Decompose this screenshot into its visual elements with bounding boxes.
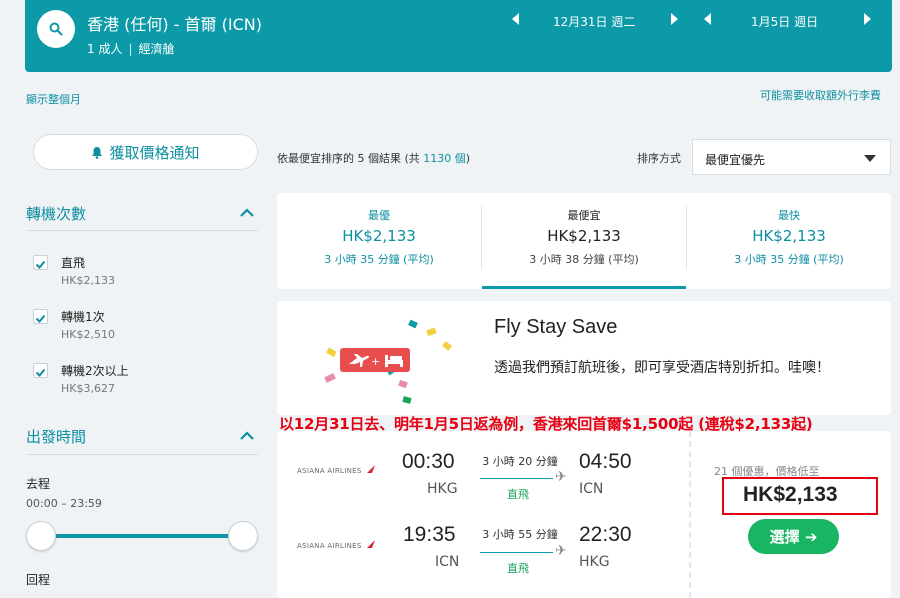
outbound-dep-time: 00:30: [402, 450, 455, 473]
show-month-link[interactable]: 顯示整個月: [26, 91, 81, 107]
checkbox-one-stop[interactable]: [33, 309, 48, 324]
caret-down-icon: [864, 155, 876, 162]
bell-icon: [92, 146, 103, 159]
tab-label: 最便宜: [567, 209, 601, 222]
tab-duration: 3 小時 35 分鐘 (平均): [324, 253, 434, 266]
check-icon: [35, 314, 46, 323]
tab-label: 最快: [778, 209, 800, 222]
return-prev-arrow-icon[interactable]: [704, 13, 711, 25]
outbound-slider-track[interactable]: [40, 534, 243, 538]
passenger-cabin: 1 成人 | 經濟艙: [87, 40, 175, 57]
route-title: 香港 (任何) - 首爾 (ICN): [87, 15, 262, 34]
outbound-duration: 3 小時 20 分鐘: [482, 455, 558, 468]
depart-prev-arrow-icon[interactable]: [512, 13, 519, 25]
search-summary-bar[interactable]: 香港 (任何) - 首爾 (ICN) 1 成人 | 經濟艙 12月31日 週二 1月…: [25, 0, 892, 72]
sort-value: 最便宜優先: [705, 153, 766, 167]
asiana-wing-icon: [367, 540, 376, 548]
return-date[interactable]: 1月5日 週日: [751, 13, 818, 30]
tab-price: HK$2,133: [547, 227, 621, 245]
promo-overlay-caption: 以12月31日去、明年1月5日返為例，香港來回首爾$1,500起 (連稅$2,1…: [279, 415, 813, 433]
checkbox-nonstop[interactable]: [33, 255, 48, 270]
inbound-arr-code: HKG: [579, 554, 610, 570]
checkbox-two-plus-stops[interactable]: [33, 363, 48, 378]
asiana-wing-icon: [367, 465, 376, 473]
divider: [26, 454, 258, 455]
sort-label: 排序方式: [637, 152, 681, 165]
inbound-route-line: [480, 552, 553, 553]
outbound-arr-time: 04:50: [579, 450, 632, 473]
stops-filter-title[interactable]: 轉機次數: [26, 203, 86, 224]
sort-tabs: 最優 HK$2,133 3 小時 35 分鐘 (平均) 最便宜 HK$2,133…: [277, 193, 891, 289]
plane-icon: ✈: [555, 543, 567, 559]
separator: |: [128, 42, 133, 56]
filter-label: 直飛: [61, 256, 86, 270]
filter-label: 轉機1次: [61, 310, 105, 324]
tab-duration: 3 小時 35 分鐘 (平均): [734, 253, 844, 266]
plane-icon: ✈: [555, 469, 567, 485]
tab-label: 最優: [368, 209, 390, 222]
depart-date[interactable]: 12月31日 週二: [553, 13, 635, 30]
inbound-arr-time: 22:30: [579, 523, 632, 546]
filter-label: 轉機2次以上: [61, 364, 129, 378]
price-highlight-box: [722, 477, 878, 515]
outbound-stops: 直飛: [507, 488, 529, 501]
return-label: 回程: [26, 573, 51, 587]
tab-fastest[interactable]: 最快 HK$2,133 3 小時 35 分鐘 (平均): [687, 193, 891, 289]
outbound-route-line: [480, 478, 553, 479]
filter-price: HK$2,133: [61, 274, 115, 287]
results-count: 依最便宜排序的 5 個結果 (共 1130 個): [277, 150, 470, 166]
depart-time-filter-title[interactable]: 出發時間: [26, 426, 86, 447]
promo-card[interactable]: + Fly Stay Save 透過我們預訂航班後，即可享受酒店特別折扣。哇噢！: [277, 301, 891, 415]
check-icon: [35, 368, 46, 377]
filter-price: HK$3,627: [61, 382, 115, 395]
divider: [26, 230, 258, 231]
chevron-up-icon[interactable]: [240, 208, 254, 218]
airline-name: ASIANA AIRLINES: [297, 467, 362, 475]
cabin-text: 經濟艙: [138, 42, 175, 56]
fly-stay-illustration-icon: +: [324, 319, 452, 404]
tab-price: HK$2,133: [342, 227, 416, 245]
airline-name: ASIANA AIRLINES: [297, 542, 362, 550]
extra-fees-link[interactable]: 可能需要收取額外行李費: [760, 87, 881, 103]
inbound-stops: 直飛: [507, 562, 529, 575]
outbound-slider-max-handle[interactable]: [228, 521, 258, 551]
select-button[interactable]: 選擇 ➔: [748, 519, 839, 554]
passengers-text: 1 成人: [87, 42, 123, 56]
promo-title: Fly Stay Save: [494, 316, 618, 338]
inbound-dep-code: ICN: [435, 554, 460, 570]
chevron-up-icon[interactable]: [240, 431, 254, 441]
depart-date-nav: 12月31日 週二: [509, 13, 684, 29]
outbound-slider-min-handle[interactable]: [26, 521, 56, 551]
tab-price: HK$2,133: [752, 227, 826, 245]
inbound-dep-time: 19:35: [403, 523, 456, 546]
search-button[interactable]: [37, 10, 75, 48]
search-icon: [49, 22, 63, 36]
promo-text: 透過我們預訂航班後，即可享受酒店特別折扣。哇噢！: [494, 360, 830, 376]
inbound-duration: 3 小時 55 分鐘: [482, 528, 558, 541]
results-total-link[interactable]: 1130 個: [423, 152, 466, 165]
tab-best[interactable]: 最優 HK$2,133 3 小時 35 分鐘 (平均): [277, 193, 481, 289]
results-prefix: 依最便宜排序的 5 個結果 (共: [277, 152, 424, 165]
price-alert-label: 獲取價格通知: [109, 143, 200, 162]
svg-text:+: +: [371, 355, 380, 368]
results-suffix: ): [465, 152, 471, 165]
check-icon: [35, 260, 46, 269]
outbound-range: 00:00 – 23:59: [26, 497, 102, 510]
tab-cheapest[interactable]: 最便宜 HK$2,133 3 小時 38 分鐘 (平均): [482, 193, 686, 289]
filter-price: HK$2,510: [61, 328, 115, 341]
outbound-arr-code: ICN: [579, 481, 604, 497]
divider: [689, 431, 691, 598]
airline-logo: ASIANA AIRLINES: [297, 464, 376, 475]
outbound-dep-code: HKG: [427, 481, 458, 497]
return-next-arrow-icon[interactable]: [864, 13, 871, 25]
airline-logo: ASIANA AIRLINES: [297, 539, 376, 550]
sort-dropdown[interactable]: 最便宜優先: [692, 139, 891, 175]
tab-duration: 3 小時 38 分鐘 (平均): [529, 253, 639, 266]
depart-next-arrow-icon[interactable]: [671, 13, 678, 25]
outbound-label: 去程: [26, 477, 51, 491]
return-date-nav: 1月5日 週日: [701, 13, 876, 29]
price-alert-button[interactable]: 獲取價格通知: [33, 134, 258, 170]
